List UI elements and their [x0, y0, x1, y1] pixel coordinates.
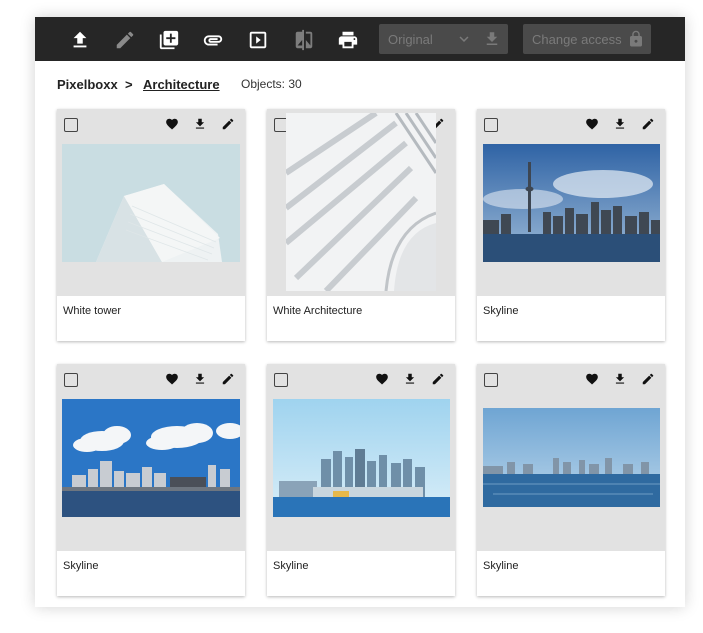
compare-icon	[295, 29, 313, 51]
edit-button[interactable]	[431, 372, 445, 386]
card-title: Skyline	[63, 560, 99, 572]
size-select-value: Original	[388, 32, 433, 47]
add-box-icon	[159, 30, 179, 50]
edit-button[interactable]	[221, 117, 235, 131]
card-title: White Architecture	[273, 305, 363, 317]
white-tower-photo[interactable]	[62, 144, 240, 262]
upload-icon	[73, 31, 87, 48]
asset-card[interactable]: Skyline	[477, 109, 665, 341]
download-icon	[615, 373, 625, 384]
edit-button[interactable]	[641, 372, 655, 386]
add-button[interactable]	[156, 27, 182, 53]
waterfront-skyline-photo[interactable]	[273, 399, 450, 517]
breadcrumb-separator: >	[125, 77, 133, 92]
download-icon	[195, 118, 205, 129]
asset-card[interactable]: Skyline	[477, 364, 665, 596]
access-select[interactable]: Change access	[523, 24, 651, 54]
object-count: Objects: 30	[241, 77, 302, 91]
heart-icon	[166, 373, 178, 385]
pixelboxx-window: Original Change access Pixelboxx > Archi…	[35, 17, 685, 607]
toolbar: Original Change access	[35, 17, 685, 61]
upload-button[interactable]	[67, 27, 93, 53]
card-title: Skyline	[483, 560, 519, 572]
card-media	[477, 364, 665, 551]
card-media	[57, 364, 245, 551]
select-checkbox[interactable]	[64, 373, 78, 387]
favorite-button[interactable]	[165, 117, 179, 131]
white-architecture-photo[interactable]	[286, 113, 436, 291]
download-button[interactable]	[403, 372, 417, 386]
pencil-icon	[642, 118, 654, 130]
select-checkbox[interactable]	[484, 118, 498, 132]
asset-card[interactable]: White Architecture	[267, 109, 455, 341]
card-media	[267, 109, 455, 296]
favorite-button[interactable]	[585, 117, 599, 131]
download-icon	[195, 373, 205, 384]
chevron-down-icon	[459, 36, 469, 42]
slideshow-button[interactable]	[245, 27, 271, 53]
pencil-icon	[116, 31, 134, 49]
favorite-button[interactable]	[165, 372, 179, 386]
clouds-skyline-photo[interactable]	[62, 399, 240, 517]
play-icon	[249, 31, 267, 49]
download-icon	[615, 118, 625, 129]
compare-button[interactable]	[291, 27, 317, 53]
download-button[interactable]	[193, 117, 207, 131]
paperclip-icon	[203, 35, 223, 46]
pencil-icon	[222, 118, 234, 130]
pencil-icon	[432, 373, 444, 385]
pencil-icon	[642, 373, 654, 385]
card-title: Skyline	[273, 560, 309, 572]
card-media	[477, 109, 665, 296]
print-button[interactable]	[335, 27, 361, 53]
breadcrumb-current[interactable]: Architecture	[143, 77, 220, 92]
select-checkbox[interactable]	[484, 373, 498, 387]
cn-tower-skyline-photo[interactable]	[483, 144, 660, 262]
pencil-icon	[222, 373, 234, 385]
download-button[interactable]	[613, 372, 627, 386]
favorite-button[interactable]	[375, 372, 389, 386]
favorite-button[interactable]	[585, 372, 599, 386]
select-checkbox[interactable]	[64, 118, 78, 132]
card-title: Skyline	[483, 305, 519, 317]
asset-card[interactable]: Skyline	[267, 364, 455, 596]
download-button[interactable]	[193, 372, 207, 386]
heart-icon	[586, 373, 598, 385]
card-title: White tower	[63, 305, 122, 317]
download-button[interactable]	[613, 117, 627, 131]
download-icon	[405, 373, 415, 384]
edit-button[interactable]	[641, 117, 655, 131]
lake-skyline-photo[interactable]	[483, 408, 660, 507]
printer-icon	[338, 31, 358, 49]
download-icon	[486, 32, 498, 45]
asset-card[interactable]: Skyline	[57, 364, 245, 596]
select-checkbox[interactable]	[274, 373, 288, 387]
heart-icon	[586, 118, 598, 130]
heart-icon	[166, 118, 178, 130]
asset-card[interactable]: White tower	[57, 109, 245, 341]
card-media	[57, 109, 245, 296]
heart-icon	[376, 373, 388, 385]
size-select[interactable]: Original	[379, 24, 508, 54]
edit-button[interactable]	[112, 27, 138, 53]
edit-button[interactable]	[221, 372, 235, 386]
card-media	[267, 364, 455, 551]
lock-icon	[630, 30, 642, 47]
attach-button[interactable]	[200, 27, 226, 53]
breadcrumb-root-link[interactable]: Pixelboxx	[57, 77, 118, 92]
access-select-value: Change access	[532, 32, 622, 47]
